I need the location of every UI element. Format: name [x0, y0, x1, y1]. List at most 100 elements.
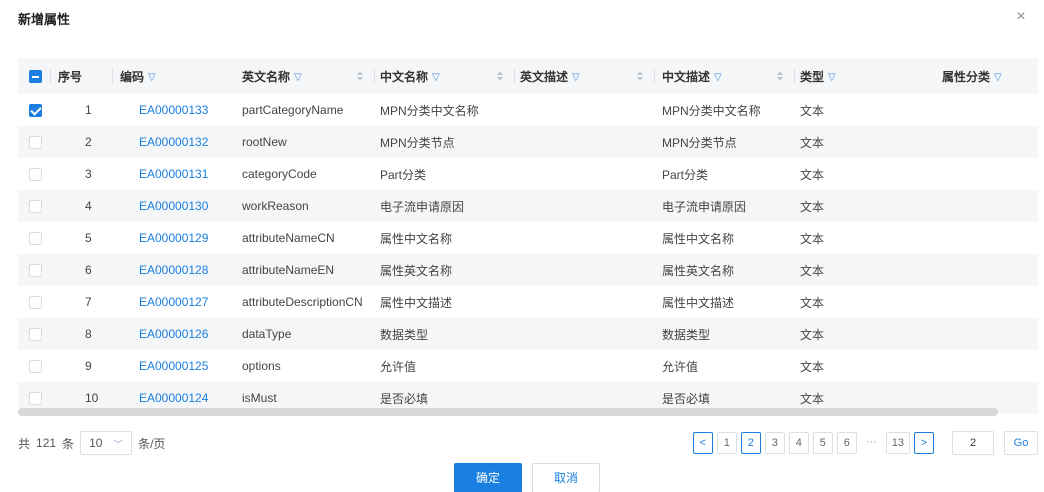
- row-index: 4: [50, 190, 112, 222]
- page-number-button[interactable]: 6: [836, 432, 857, 454]
- page-number-button[interactable]: 1: [716, 432, 737, 454]
- row-cn-desc: MPN分类中文名称: [654, 94, 794, 126]
- row-checkbox[interactable]: [29, 232, 42, 246]
- page-number-button[interactable]: 13: [885, 432, 910, 454]
- row-cn-name: 允许值: [374, 350, 514, 382]
- page-size-select[interactable]: 10 ﹀: [80, 431, 133, 455]
- row-code-link[interactable]: EA00000127: [139, 295, 208, 309]
- row-code-link[interactable]: EA00000126: [139, 327, 208, 341]
- filter-icon[interactable]: ▽: [994, 72, 1002, 83]
- row-en-desc: [514, 350, 654, 382]
- dialog-header: 新增属性 ×: [0, 0, 1044, 36]
- row-cn-desc: 电子流申请原因: [654, 190, 794, 222]
- page-size-suffix: 条/页: [138, 436, 166, 451]
- row-checkbox[interactable]: [29, 104, 42, 118]
- dialog-title: 新增属性: [18, 12, 71, 27]
- row-code-link[interactable]: EA00000128: [139, 263, 208, 277]
- table-row[interactable]: 5 EA00000129 attributeNameCN 属性中文名称 属性中文名称 文本: [18, 222, 1038, 254]
- table-row[interactable]: 1 EA00000133 partCategoryName MPN分类中文名称 MPN分…: [18, 94, 1038, 126]
- row-code-cell: EA00000126: [112, 318, 234, 350]
- row-code-link[interactable]: EA00000131: [139, 167, 208, 181]
- row-category: [934, 286, 1038, 318]
- row-checkbox-cell: [18, 222, 50, 254]
- row-en-desc: [514, 190, 654, 222]
- jump-page-input[interactable]: 2: [952, 431, 994, 455]
- row-checkbox[interactable]: [29, 328, 42, 342]
- filter-icon[interactable]: ▽: [294, 72, 302, 83]
- col-en-name-label: 英文名称: [242, 69, 291, 84]
- row-cn-desc: 数据类型: [654, 318, 794, 350]
- go-button[interactable]: Go: [1004, 431, 1038, 455]
- row-code-cell: EA00000129: [112, 222, 234, 254]
- total-prefix: 共: [18, 436, 31, 451]
- row-category: [934, 254, 1038, 286]
- page-number-button[interactable]: 2: [740, 432, 761, 454]
- row-checkbox-cell: [18, 94, 50, 126]
- row-en-name: options: [234, 350, 374, 382]
- cancel-button[interactable]: 取消: [532, 463, 600, 492]
- row-checkbox[interactable]: [29, 136, 42, 150]
- row-index: 1: [50, 94, 112, 126]
- row-index: 8: [50, 318, 112, 350]
- sort-icon[interactable]: [776, 70, 784, 82]
- row-code-link[interactable]: EA00000130: [139, 199, 208, 213]
- row-checkbox-cell: [18, 318, 50, 350]
- filter-icon[interactable]: ▽: [714, 72, 722, 83]
- chevron-down-icon: ﹀: [113, 439, 124, 451]
- col-cn-desc-label: 中文描述: [662, 69, 711, 84]
- confirm-button[interactable]: 确定: [454, 463, 522, 492]
- page-number-button[interactable]: 4: [788, 432, 809, 454]
- table-row[interactable]: 8 EA00000126 dataType 数据类型 数据类型 文本: [18, 318, 1038, 350]
- col-en-desc: 英文描述 ▽: [514, 58, 654, 94]
- filter-icon[interactable]: ▽: [148, 72, 156, 83]
- row-code-link[interactable]: EA00000132: [139, 135, 208, 149]
- row-cn-name: MPN分类节点: [374, 126, 514, 158]
- table-row[interactable]: 7 EA00000127 attributeDescriptionCN 属性中文描述属…: [18, 286, 1038, 318]
- select-all-checkbox[interactable]: [29, 70, 42, 84]
- row-code-cell: EA00000131: [112, 158, 234, 190]
- table-row[interactable]: 4 EA00000130 workReason 电子流申请原因 电子流申请原因 文本: [18, 190, 1038, 222]
- row-checkbox[interactable]: [29, 296, 42, 310]
- sort-icon[interactable]: [496, 70, 504, 82]
- table-row[interactable]: 3 EA00000131 categoryCode Part分类 Part分类 文本: [18, 158, 1038, 190]
- table-row[interactable]: 2 EA00000132 rootNew MPN分类节点 MPN分类节点 文本: [18, 126, 1038, 158]
- row-code-link[interactable]: EA00000124: [139, 391, 208, 405]
- table-row[interactable]: 9 EA00000125 options 允许值 允许值 文本: [18, 350, 1038, 382]
- filter-icon[interactable]: ▽: [432, 72, 440, 83]
- row-checkbox-cell: [18, 254, 50, 286]
- sort-icon[interactable]: [636, 70, 644, 82]
- col-index-label: 序号: [58, 69, 83, 84]
- filter-icon[interactable]: ▽: [572, 72, 580, 83]
- sort-icon[interactable]: [356, 70, 364, 82]
- row-checkbox[interactable]: [29, 392, 42, 406]
- page-size-value: 10: [89, 436, 103, 450]
- row-cn-desc: 属性中文名称: [654, 222, 794, 254]
- page-number-button[interactable]: 5: [812, 432, 833, 454]
- page-number-button[interactable]: 3: [764, 432, 785, 454]
- row-cn-name: 数据类型: [374, 318, 514, 350]
- col-code: 编码 ▽: [112, 58, 234, 94]
- next-page-button[interactable]: >: [914, 432, 934, 454]
- close-icon[interactable]: ×: [1012, 8, 1030, 26]
- row-code-cell: EA00000130: [112, 190, 234, 222]
- row-checkbox[interactable]: [29, 168, 42, 182]
- row-code-link[interactable]: EA00000133: [139, 103, 208, 117]
- row-en-desc: [514, 126, 654, 158]
- row-code-link[interactable]: EA00000129: [139, 231, 208, 245]
- row-category: [934, 222, 1038, 254]
- row-cn-name: 属性英文名称: [374, 254, 514, 286]
- horizontal-scrollbar[interactable]: [18, 408, 998, 416]
- row-checkbox[interactable]: [29, 264, 42, 278]
- row-type: 文本: [794, 158, 934, 190]
- row-checkbox[interactable]: [29, 200, 42, 214]
- filter-icon[interactable]: ▽: [828, 72, 836, 83]
- col-type: 类型 ▽: [794, 58, 934, 94]
- row-type: 文本: [794, 222, 934, 254]
- prev-page-button[interactable]: <: [692, 432, 713, 454]
- table-row[interactable]: 6 EA00000128 attributeNameEN 属性英文名称 属性英文名称 文本: [18, 254, 1038, 286]
- col-index: 序号: [50, 58, 112, 94]
- row-checkbox[interactable]: [29, 360, 42, 374]
- page-ellipsis: ···: [860, 432, 882, 454]
- row-code-link[interactable]: EA00000125: [139, 359, 208, 373]
- row-cn-name: Part分类: [374, 158, 514, 190]
